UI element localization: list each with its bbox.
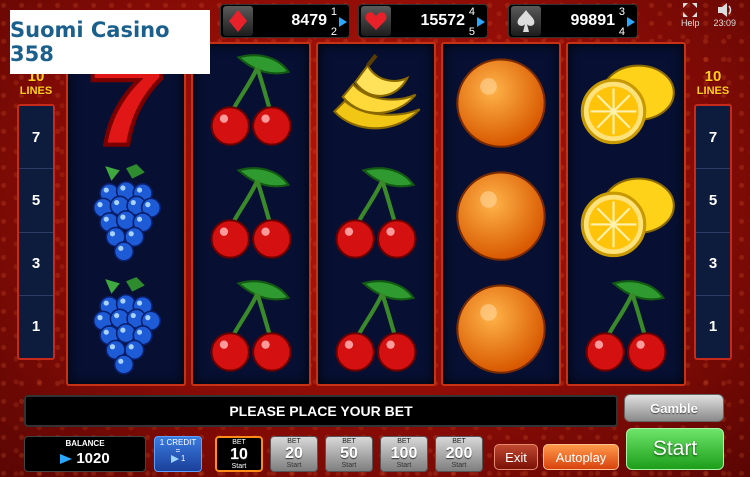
exit-button[interactable]: Exit: [494, 444, 538, 470]
orange-symbol: [443, 271, 559, 384]
bet-label: BET: [287, 438, 301, 445]
line-number[interactable]: 3: [19, 233, 53, 296]
lines-label: 10 LINES: [694, 68, 732, 98]
arrow-icon: [60, 454, 73, 465]
credit-amount: 1: [180, 454, 186, 464]
start-button[interactable]: Start: [626, 428, 724, 470]
grapes-symbol: [68, 157, 184, 270]
banana-symbol: [318, 44, 434, 157]
top-tools: Help 23:09: [681, 2, 736, 28]
bet-value: 100: [390, 445, 418, 462]
line-number[interactable]: 1: [696, 296, 730, 358]
lines-text: LINES: [19, 85, 53, 97]
lemon-symbol: [568, 157, 684, 270]
lines-indicator-right: 10 LINES 7 5 3 1: [694, 68, 732, 380]
autoplay-button[interactable]: Autoplay: [543, 444, 619, 470]
bet-sub: Start: [451, 462, 467, 469]
reels-area: [66, 42, 686, 386]
bet-value: 50: [340, 445, 358, 462]
jackpot-diamond: 8479 1 2: [220, 4, 350, 38]
bet-label: BET: [397, 438, 411, 445]
gamble-button[interactable]: Gamble: [624, 394, 724, 422]
cherry-symbol: [193, 44, 309, 157]
jackpot-level-bottom: 5: [468, 26, 475, 38]
line-number[interactable]: 7: [696, 106, 730, 170]
arrow-icon: [170, 455, 179, 463]
bet-10-button[interactable]: BET 10 Start: [215, 436, 263, 472]
credit-value: 1: [155, 455, 201, 463]
diamond-icon: [223, 6, 253, 36]
cherry-symbol: [193, 271, 309, 384]
jackpot-level-bottom: 4: [618, 26, 625, 38]
bet-label: BET: [452, 438, 466, 445]
message-bar: PLEASE PLACE YOUR BET: [24, 395, 618, 427]
line-number[interactable]: 5: [19, 169, 53, 233]
orange-symbol: [443, 44, 559, 157]
jackpot-heart: 15572 4 5: [358, 4, 488, 38]
credit-equals: =: [175, 446, 181, 455]
orange-symbol: [443, 157, 559, 270]
line-number[interactable]: 5: [696, 169, 730, 233]
balance-label: BALANCE: [65, 439, 105, 448]
bet-100-button[interactable]: BET 100 Start: [380, 436, 428, 472]
jackpot-arrow-icon: [627, 17, 635, 27]
cherry-symbol: [193, 157, 309, 270]
bet-20-button[interactable]: BET 20 Start: [270, 436, 318, 472]
casino-logo: Suomi Casino 358: [10, 10, 210, 74]
cherry-symbol: [568, 271, 684, 384]
bet-50-button[interactable]: BET 50 Start: [325, 436, 373, 472]
jackpot-arrow-icon: [339, 17, 347, 27]
bet-sub: Start: [286, 462, 302, 469]
jackpot-level-bottom: 2: [330, 26, 337, 38]
help-label: Help: [680, 18, 700, 28]
bet-label: BET: [342, 438, 356, 445]
lines-indicator-left: 10 LINES 7 5 3 1: [17, 69, 55, 380]
cherry-symbol: [318, 157, 434, 270]
reel-3: [316, 42, 436, 386]
lines-label: 10 LINES: [17, 69, 55, 98]
reel-5: [566, 42, 686, 386]
grapes-symbol: [68, 271, 184, 384]
heart-icon: [361, 6, 391, 36]
bet-sub: Start: [341, 462, 357, 469]
cherry-symbol: [318, 271, 434, 384]
line-number[interactable]: 3: [696, 233, 730, 296]
line-number[interactable]: 7: [19, 106, 53, 170]
jackpot-level-top: 1: [330, 6, 337, 18]
bet-label: BET: [232, 439, 246, 446]
sound-tool[interactable]: 23:09: [713, 2, 736, 28]
line-number[interactable]: 1: [19, 296, 53, 358]
reel-1: [66, 42, 186, 386]
fullscreen-icon: [683, 3, 698, 17]
credit-selector[interactable]: 1 CREDIT = 1: [154, 436, 202, 472]
clock: 23:09: [713, 18, 736, 28]
jackpot-level-top: 3: [618, 6, 625, 18]
bet-sub: Start: [396, 462, 412, 469]
reel-2: [191, 42, 311, 386]
balance-display: BALANCE 1020: [24, 436, 146, 472]
help-tool[interactable]: Help: [680, 2, 700, 28]
bet-value: 20: [285, 445, 303, 462]
spade-icon: [511, 6, 541, 36]
bet-value: 200: [445, 445, 473, 462]
lines-column: 7 5 3 1: [17, 104, 55, 360]
lines-column: 7 5 3 1: [694, 104, 732, 360]
balance-value: 1020: [25, 450, 145, 467]
speaker-icon: [717, 3, 731, 17]
jackpot-spade: 99891 3 4: [508, 4, 638, 38]
lemon-symbol: [568, 44, 684, 157]
lines-count: 10: [704, 68, 722, 85]
jackpot-arrow-icon: [477, 17, 485, 27]
lines-text: LINES: [696, 85, 730, 97]
bet-sub: Start: [231, 463, 247, 470]
bet-200-button[interactable]: BET 200 Start: [435, 436, 483, 472]
balance-amount: 1020: [76, 450, 110, 467]
jackpot-level-top: 4: [468, 6, 475, 18]
bet-value: 10: [230, 446, 248, 463]
reel-4: [441, 42, 561, 386]
